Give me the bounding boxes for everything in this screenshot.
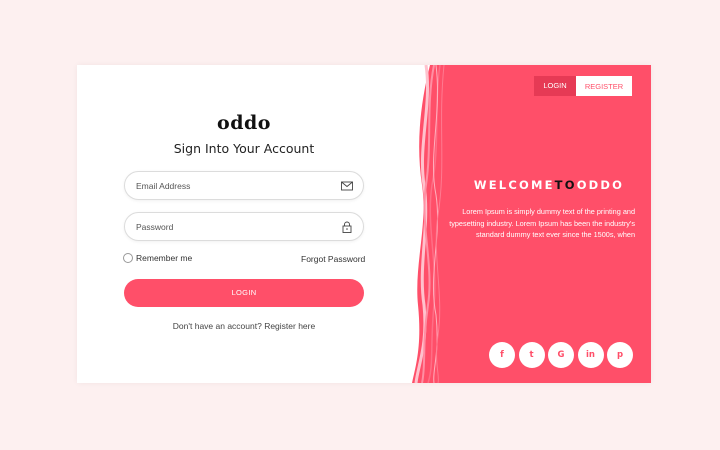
welcome-heading: WELCOMETOODDO bbox=[447, 178, 651, 192]
email-input[interactable] bbox=[136, 172, 336, 199]
linkedin-icon[interactable]: in bbox=[577, 342, 604, 368]
welcome-to-word: TO bbox=[554, 178, 577, 192]
login-card: oddo Sign Into Your Account Remember me … bbox=[77, 65, 651, 383]
password-input[interactable] bbox=[136, 213, 336, 240]
envelope-icon bbox=[341, 181, 353, 191]
welcome-description: Lorem Ipsum is simply dummy text of the … bbox=[449, 207, 635, 239]
social-links: f t G in p bbox=[489, 342, 637, 368]
auth-tabs: LOGIN REGISTER bbox=[534, 76, 632, 96]
google-icon[interactable]: G bbox=[548, 342, 574, 368]
email-field[interactable] bbox=[124, 171, 364, 200]
brand-logo: oddo bbox=[217, 112, 271, 134]
remember-me-checkbox[interactable]: Remember me bbox=[123, 253, 192, 263]
tab-login[interactable]: LOGIN bbox=[534, 76, 576, 96]
facebook-icon[interactable]: f bbox=[489, 342, 515, 368]
password-field[interactable] bbox=[124, 212, 364, 241]
pinterest-icon[interactable]: p bbox=[607, 342, 633, 368]
welcome-brand-word: ODDO bbox=[576, 178, 625, 192]
register-link[interactable]: Don't have an account? Register here bbox=[77, 321, 411, 331]
twitter-icon[interactable]: t bbox=[518, 342, 545, 368]
login-button[interactable]: LOGIN bbox=[124, 279, 364, 307]
forgot-password-link[interactable]: Forgot Password bbox=[301, 254, 365, 264]
welcome-word: WELCOME bbox=[473, 178, 555, 192]
tab-register[interactable]: REGISTER bbox=[576, 76, 632, 96]
remember-me-label: Remember me bbox=[136, 253, 193, 263]
lock-icon bbox=[342, 221, 352, 233]
checkbox-icon[interactable] bbox=[123, 253, 133, 263]
page-title: Sign Into Your Account bbox=[173, 141, 315, 156]
